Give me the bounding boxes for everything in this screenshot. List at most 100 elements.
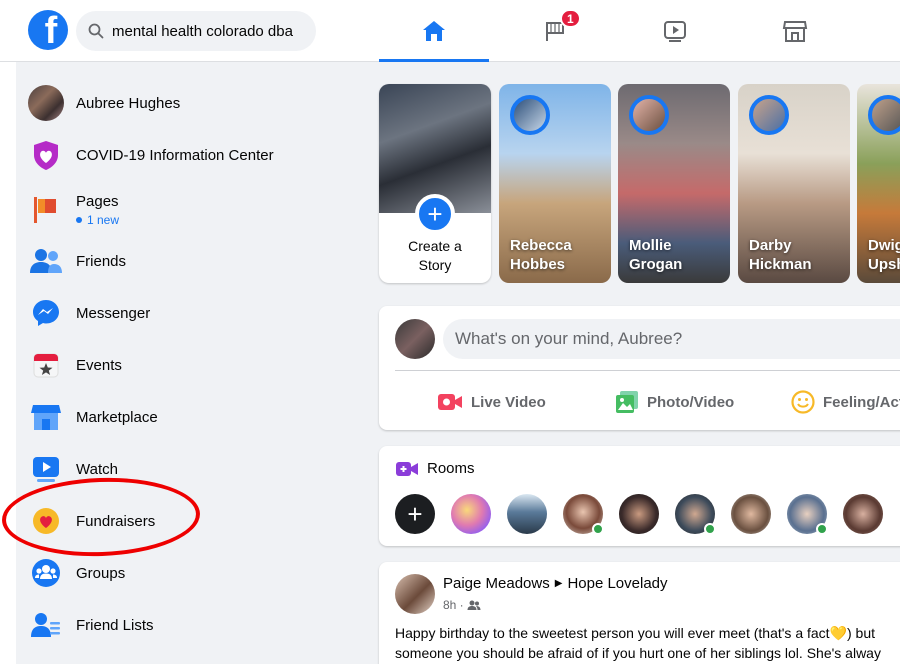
search-box[interactable] <box>76 11 316 51</box>
tab-home[interactable] <box>379 0 489 62</box>
post-target-link[interactable]: Hope Lovelady <box>567 575 667 592</box>
avatar[interactable] <box>395 574 435 614</box>
search-icon <box>88 23 104 39</box>
story-author: Rebecca Hobbes <box>510 236 572 274</box>
post-composer: What's on your mind, Aubree? Live Video … <box>379 306 900 430</box>
search-input[interactable] <box>112 22 302 40</box>
post-author-link[interactable]: Paige Meadows <box>443 575 550 592</box>
story-avatar <box>749 95 789 135</box>
post-text-line: Happy birthday to the sweetest person yo… <box>395 625 875 641</box>
story-card[interactable]: Dwig Upsh <box>857 84 900 283</box>
story-last-name: Hickman <box>749 256 812 273</box>
sidebar-item-covid[interactable]: COVID-19 Information Center <box>28 133 274 177</box>
sidebar-item-label: Marketplace <box>76 408 158 426</box>
story-first-name: Mollie <box>629 237 672 254</box>
sidebar-item-label: Pages <box>76 193 119 210</box>
story-card[interactable]: Mollie Grogan <box>618 84 730 283</box>
sidebar-item-label: COVID-19 Information Center <box>76 146 274 164</box>
sidebar-item-events[interactable]: Events <box>28 343 122 387</box>
tab-watch[interactable] <box>620 0 730 62</box>
divider <box>395 370 900 371</box>
photo-video-label: Photo/Video <box>647 393 735 411</box>
online-indicator <box>592 523 604 535</box>
window-edge <box>0 62 16 664</box>
home-icon <box>423 21 445 41</box>
photo-icon <box>615 390 639 414</box>
watch-video-icon <box>28 451 64 487</box>
post-header: Paige Meadows ▶ Hope Lovelady <box>443 575 668 592</box>
store-icon <box>782 21 808 42</box>
sidebar-item-marketplace[interactable]: Marketplace <box>28 395 158 439</box>
rooms-header[interactable]: Rooms <box>395 460 475 477</box>
story-avatar <box>510 95 550 135</box>
friends-icon <box>28 243 64 279</box>
post-text-line: someone you should be afraid of if you h… <box>395 645 881 661</box>
status-input[interactable]: What's on your mind, Aubree? <box>443 319 900 359</box>
video-play-icon <box>664 21 686 42</box>
sidebar-item-groups[interactable]: Groups <box>28 551 125 595</box>
online-indicator <box>704 523 716 535</box>
create-story-label: Create a Story <box>379 237 491 275</box>
tab-pages[interactable]: 1 <box>500 0 610 62</box>
story-card[interactable]: Darby Hickman <box>738 84 850 283</box>
room-contact-avatar[interactable] <box>787 494 828 535</box>
status-placeholder: What's on your mind, Aubree? <box>455 329 683 348</box>
facebook-logo[interactable]: f <box>28 10 68 50</box>
tab-marketplace[interactable] <box>740 0 850 62</box>
story-last-name: Hobbes <box>510 256 566 273</box>
room-contact-avatar[interactable] <box>843 494 883 534</box>
room-contact-avatar[interactable] <box>731 494 771 534</box>
feed-post: Paige Meadows ▶ Hope Lovelady 8h · Happy… <box>379 562 900 664</box>
live-video-label: Live Video <box>471 393 546 411</box>
sidebar-item-friends[interactable]: Friends <box>28 239 126 283</box>
sidebar-item-label: Messenger <box>76 304 151 322</box>
smiley-icon <box>791 390 815 414</box>
room-contact-avatar[interactable] <box>451 494 491 534</box>
story-avatar <box>868 95 900 135</box>
story-author: Dwig Upsh <box>868 236 900 274</box>
sidebar-item-label: Events <box>76 356 122 374</box>
friends-privacy-icon <box>467 600 481 610</box>
covid-heart-shield-icon <box>28 137 64 173</box>
story-author: Mollie Grogan <box>629 236 682 274</box>
new-count: 1 new <box>76 213 119 227</box>
sidebar-item-pages[interactable]: Pages 1 new <box>28 185 119 235</box>
sidebar-item-label: Watch <box>76 460 118 478</box>
room-contact-avatar[interactable] <box>507 494 547 534</box>
room-contact-avatar[interactable] <box>563 494 604 535</box>
post-timestamp[interactable]: 8h · <box>443 598 464 612</box>
sidebar-item-messenger[interactable]: Messenger <box>28 291 150 335</box>
sidebar-item-friend-lists[interactable]: Friend Lists <box>28 603 154 647</box>
room-contact-avatar[interactable] <box>675 494 716 535</box>
create-story-line2: Story <box>418 257 452 273</box>
avatar <box>28 85 64 121</box>
new-dot <box>76 217 82 223</box>
online-indicator <box>816 523 828 535</box>
story-avatar <box>629 95 669 135</box>
sidebar-item-label: Groups <box>76 564 126 582</box>
calendar-star-icon <box>28 347 64 383</box>
rooms-title: Rooms <box>427 460 475 477</box>
avatar[interactable] <box>395 319 435 359</box>
live-video-icon <box>437 392 463 412</box>
sidebar-item-profile[interactable]: Aubree Hughes <box>28 81 180 125</box>
sidebar-item-label: Aubree Hughes <box>76 94 181 112</box>
room-video-icon <box>396 461 418 476</box>
story-first-name: Rebecca <box>510 237 572 254</box>
top-navigation-bar: f 1 <box>0 0 900 62</box>
new-count-label: 1 new <box>87 213 120 227</box>
story-card[interactable]: Rebecca Hobbes <box>499 84 611 283</box>
photo-video-button[interactable]: Photo/Video <box>615 384 734 420</box>
story-last-name: Grogan <box>629 256 683 273</box>
story-author: Darby Hickman <box>749 236 812 274</box>
plus-icon[interactable]: + <box>415 194 455 234</box>
create-story-card[interactable]: + Create a Story <box>379 84 491 283</box>
rooms-panel: Rooms + <box>379 446 900 546</box>
feeling-activity-button[interactable]: Feeling/Activity <box>791 384 900 420</box>
room-contact-avatar[interactable] <box>619 494 659 534</box>
live-video-button[interactable]: Live Video <box>437 384 546 420</box>
create-room-button[interactable]: + <box>395 494 435 534</box>
messenger-icon <box>28 295 64 331</box>
groups-icon <box>28 555 64 591</box>
sidebar-item-label: Friend Lists <box>76 616 154 634</box>
